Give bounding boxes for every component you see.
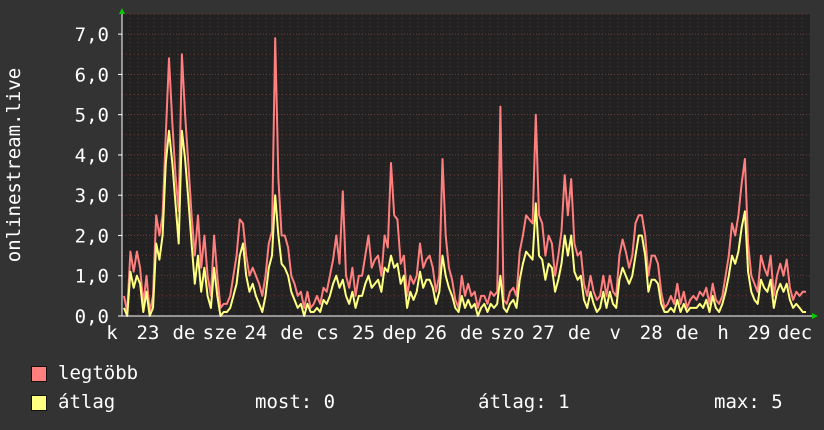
y-axis-label: onlinestream.live — [3, 68, 25, 262]
stat-average: átlag: 1 — [478, 391, 570, 413]
x-tick-label: de — [280, 322, 303, 344]
y-axis-arrow — [119, 8, 125, 14]
y-tick-label: 4,0 — [75, 145, 109, 167]
stat-max: max: 5 — [714, 391, 783, 413]
x-tick-label: de — [460, 322, 483, 344]
x-tick-label: szo — [490, 322, 524, 344]
y-tick-label: 1,0 — [75, 266, 109, 288]
y-tick-label: 3,0 — [75, 185, 109, 207]
y-tick-label: 0,0 — [75, 306, 109, 328]
x-tick-label: 27 — [532, 322, 555, 344]
x-tick-label: dep — [382, 322, 416, 344]
x-tick-labels: k 23 de sze 24 de cs 25 dep 26 de szo 27 de v 28 de h 29 de… — [106, 322, 812, 344]
x-tick-label: cs — [316, 322, 339, 344]
x-tick-label: 23 — [137, 322, 160, 344]
x-tick-label: v — [610, 322, 621, 344]
stat-now: most: 0 — [255, 391, 336, 413]
x-tick-label: 25 — [352, 322, 375, 344]
x-tick-label: sze — [203, 322, 237, 344]
x-tick-label: 24 — [244, 322, 267, 344]
legend-label-max: legtöbb — [58, 362, 139, 384]
x-tick-label: 28 — [640, 322, 663, 344]
x-tick-label: 29 — [748, 322, 771, 344]
x-tick-label: 26 — [424, 322, 447, 344]
x-tick-label: de — [172, 322, 195, 344]
y-tick-labels: 0,0 1,0 2,0 3,0 4,0 5,0 6,0 7,0 — [75, 24, 109, 328]
x-tick-label: de — [676, 322, 699, 344]
legend-swatch-avg — [31, 395, 47, 411]
y-tick-label: 7,0 — [75, 24, 109, 46]
y-tick-label: 2,0 — [75, 225, 109, 247]
x-tick-label: dec — [778, 322, 812, 344]
x-axis-arrow — [812, 313, 818, 319]
x-tick-label: de — [568, 322, 591, 344]
y-tick-label: 6,0 — [75, 64, 109, 86]
x-tick-label: k — [106, 322, 118, 344]
x-tick-label: h — [717, 322, 728, 344]
legend-swatch-max — [31, 366, 47, 382]
legend-label-avg: átlag — [58, 391, 116, 413]
y-tick-label: 5,0 — [75, 105, 109, 127]
